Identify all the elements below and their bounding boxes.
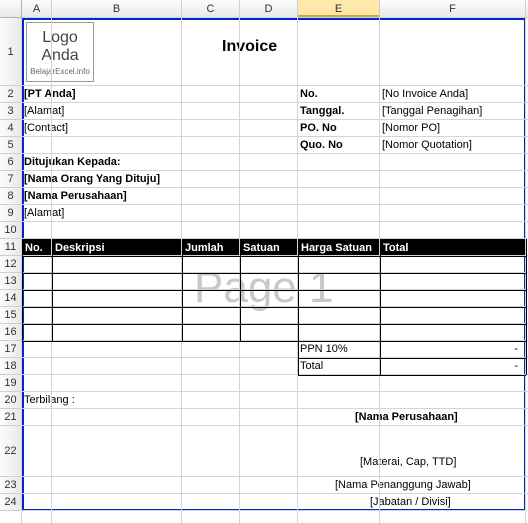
meta-date-label[interactable]: Tanggal. [300, 105, 344, 117]
row-header-20[interactable]: 20 [0, 392, 22, 409]
invoice-title: Invoice [222, 38, 277, 56]
meta-po-val[interactable]: [Nomor PO] [382, 122, 440, 134]
recipient-address[interactable]: [Alamat] [24, 207, 64, 219]
th-unit: Satuan [240, 242, 298, 254]
row-header-17[interactable]: 17 [0, 341, 22, 358]
col-header-A[interactable]: A [22, 0, 52, 17]
row-header-4[interactable]: 4 [0, 120, 22, 137]
row-header-1[interactable]: 1 [0, 18, 22, 86]
row-header-24[interactable]: 24 [0, 494, 22, 511]
row-header-12[interactable]: 12 [0, 256, 22, 273]
sender-address[interactable]: [Alamat] [24, 105, 64, 117]
row-header-11[interactable]: 11 [0, 239, 22, 256]
recipient-heading[interactable]: Ditujukan Kepada: [24, 156, 121, 168]
sign-person[interactable]: [Nama Penanggung Jawab] [335, 479, 471, 491]
sign-title[interactable]: [Jabatan / Divisi] [370, 496, 451, 508]
column-headers: ABCDEF [0, 0, 528, 18]
row-header-15[interactable]: 15 [0, 307, 22, 324]
row-header-5[interactable]: 5 [0, 137, 22, 154]
row-header-13[interactable]: 13 [0, 273, 22, 290]
meta-no-val[interactable]: [No Invoice Anda] [382, 88, 468, 100]
recipient-name[interactable]: [Nama Orang Yang Dituju] [24, 173, 160, 185]
sender-contact[interactable]: [Contact] [24, 122, 68, 134]
row-header-22[interactable]: 22 [0, 426, 22, 477]
meta-no-label[interactable]: No. [300, 88, 318, 100]
row-header-16[interactable]: 16 [0, 324, 22, 341]
total-label[interactable]: Total [300, 360, 323, 372]
col-header-D[interactable]: D [240, 0, 298, 17]
th-price: Harga Satuan [298, 242, 380, 254]
row-header-7[interactable]: 7 [0, 171, 22, 188]
row-header-18[interactable]: 18 [0, 358, 22, 375]
logo-text-1: Logo [42, 29, 78, 47]
logo-placeholder: Logo Anda BelajarExcel.info [26, 22, 94, 82]
meta-po-label[interactable]: PO. No [300, 122, 337, 134]
row-header-6[interactable]: 6 [0, 154, 22, 171]
col-header-F[interactable]: F [380, 0, 526, 17]
th-no: No. [22, 242, 52, 254]
row-header-3[interactable]: 3 [0, 103, 22, 120]
recipient-company[interactable]: [Nama Perusahaan] [24, 190, 127, 202]
col-header-E[interactable]: E [298, 0, 380, 17]
sign-company[interactable]: [Nama Perusahaan] [355, 411, 458, 423]
row-headers: 123456789101112131415161718192021222324 [0, 18, 22, 523]
row-header-9[interactable]: 9 [0, 205, 22, 222]
meta-date-val[interactable]: [Tanggal Penagihan] [382, 105, 482, 117]
th-qty: Jumlah [182, 242, 240, 254]
row-header-8[interactable]: 8 [0, 188, 22, 205]
ppn-label[interactable]: PPN 10% [300, 343, 348, 355]
th-desc: Deskripsi [52, 242, 182, 254]
col-header-B[interactable]: B [52, 0, 182, 17]
row-header-10[interactable]: 10 [0, 222, 22, 239]
row-header-19[interactable]: 19 [0, 375, 22, 392]
table-header-row: No. Deskripsi Jumlah Satuan Harga Satuan… [22, 239, 526, 256]
ppn-val[interactable]: - [380, 343, 522, 355]
sender-company[interactable]: [PT Anda] [24, 88, 76, 100]
row-header-14[interactable]: 14 [0, 290, 22, 307]
sign-stamp[interactable]: [Materai, Cap, TTD] [360, 456, 456, 468]
row-header-23[interactable]: 23 [0, 477, 22, 494]
col-header-C[interactable]: C [182, 0, 240, 17]
sheet-area[interactable]: Logo Anda BelajarExcel.info Invoice [PT … [22, 18, 528, 523]
meta-quo-val[interactable]: [Nomor Quotation] [382, 139, 472, 151]
total-val[interactable]: - [380, 360, 522, 372]
row-header-21[interactable]: 21 [0, 409, 22, 426]
logo-text-2: Anda [41, 47, 78, 65]
terbilang-label[interactable]: Terbilang : [24, 394, 75, 406]
logo-subtext: BelajarExcel.info [30, 67, 90, 76]
meta-quo-label[interactable]: Quo. No [300, 139, 343, 151]
select-all-corner[interactable] [0, 0, 22, 17]
th-total: Total [380, 242, 526, 254]
row-header-2[interactable]: 2 [0, 86, 22, 103]
